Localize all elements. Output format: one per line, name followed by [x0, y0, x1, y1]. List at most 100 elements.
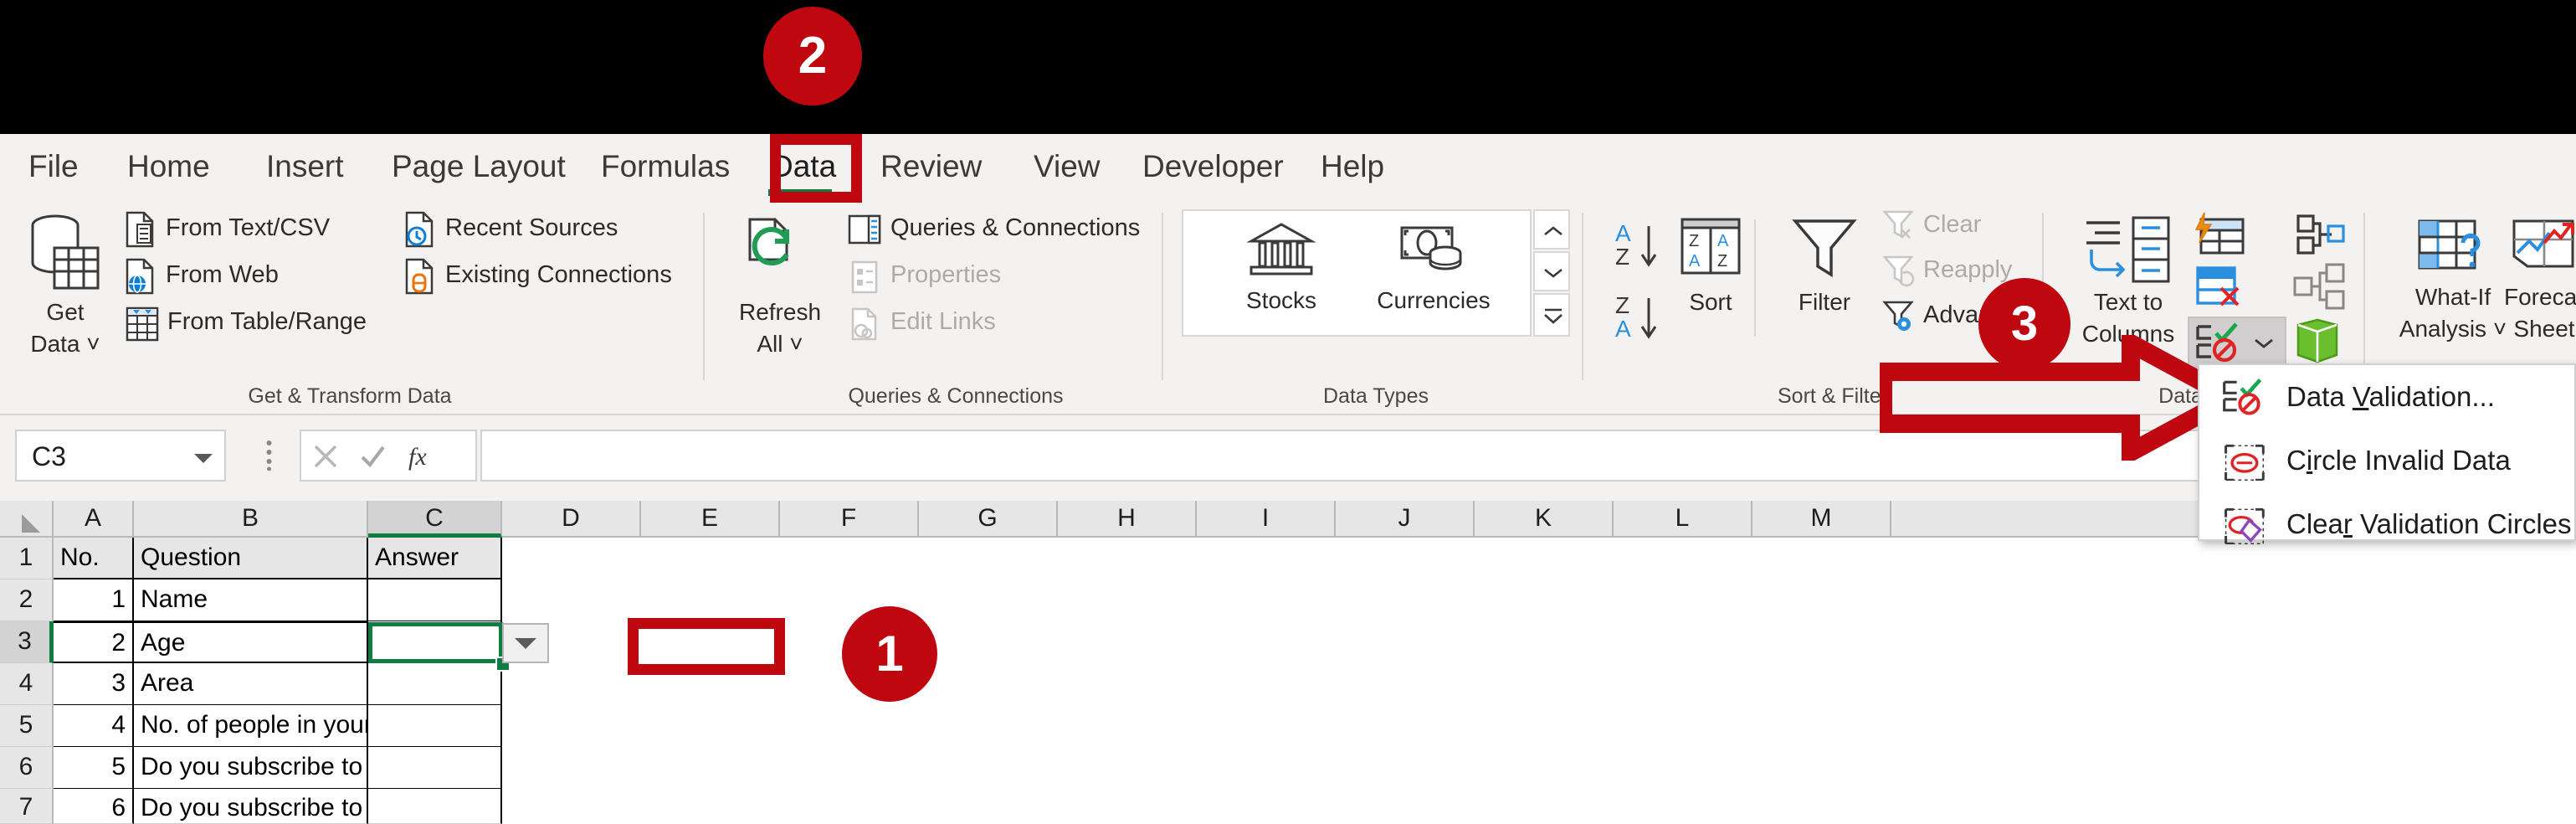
- cell-B1[interactable]: Question: [134, 538, 368, 579]
- insert-function-icon[interactable]: fx: [407, 441, 435, 471]
- cell-C6[interactable]: [368, 747, 502, 789]
- data-validation-icon: [2223, 378, 2262, 415]
- group-separator-1: [703, 213, 705, 380]
- stocks-icon: [1246, 223, 1316, 276]
- cell-C4[interactable]: [368, 663, 502, 705]
- col-header-a[interactable]: A: [54, 501, 134, 538]
- tab-file[interactable]: File: [28, 146, 79, 188]
- menu-item-clear-validation-circles[interactable]: Clear Validation Circles: [2199, 492, 2574, 556]
- data-types-scroll-down-button[interactable]: [1533, 251, 1570, 291]
- filter-label: Filter: [1798, 289, 1851, 315]
- cell-A6[interactable]: 5: [54, 747, 134, 789]
- callout-badge-1-number: 1: [875, 626, 904, 682]
- row-header-6[interactable]: 6: [0, 747, 54, 789]
- relationships-button[interactable]: [2293, 263, 2348, 312]
- consolidate-button[interactable]: [2293, 211, 2348, 260]
- col-header-k[interactable]: K: [1475, 501, 1614, 538]
- menu-item-data-validation[interactable]: Data Validation...: [2199, 365, 2574, 429]
- cell-C7[interactable]: [368, 789, 502, 824]
- col-header-l[interactable]: L: [1614, 501, 1752, 538]
- flash-fill-icon: [2194, 212, 2245, 255]
- sort-filter-inner-separator: [1754, 219, 1756, 337]
- sort-ascending-button[interactable]: A Z: [1609, 216, 1675, 275]
- callout-badge-1: 1: [842, 606, 937, 702]
- row-header-1[interactable]: 1: [0, 538, 54, 579]
- col-header-e[interactable]: E: [641, 501, 780, 538]
- menu-item-circle-invalid-data[interactable]: Circle Invalid Data: [2199, 429, 2574, 492]
- excel-window: File Home Insert Page Layout Formulas Da…: [0, 0, 2576, 824]
- name-box-value: C3: [32, 441, 66, 471]
- cell-B2[interactable]: Name: [134, 579, 368, 621]
- tab-formulas[interactable]: Formulas: [601, 146, 730, 188]
- cell-A1[interactable]: No.: [54, 538, 134, 579]
- relationships-icon: [2293, 263, 2345, 310]
- cell-C5[interactable]: [368, 705, 502, 747]
- get-data-icon: [31, 214, 100, 290]
- col-header-h[interactable]: H: [1058, 501, 1197, 538]
- col-header-b[interactable]: B: [134, 501, 368, 538]
- tab-view[interactable]: View: [1034, 146, 1101, 188]
- col-header-c[interactable]: C: [368, 501, 502, 538]
- svg-text:Z: Z: [1615, 292, 1629, 318]
- menu-item-circle-invalid-pre: C: [2286, 445, 2307, 476]
- from-table-range-item[interactable]: From Table/Range: [124, 303, 367, 342]
- row-header-7[interactable]: 7: [0, 789, 54, 824]
- data-types-scroll-up-button[interactable]: [1533, 209, 1570, 250]
- ribbon-tab-strip: File Home Insert Page Layout Formulas Da…: [0, 134, 2576, 199]
- row-header-3[interactable]: 3: [0, 621, 54, 663]
- col-header-g[interactable]: G: [919, 501, 1058, 538]
- col-header-j[interactable]: J: [1336, 501, 1475, 538]
- tab-developer[interactable]: Developer: [1142, 146, 1284, 188]
- queries-connections-item[interactable]: Queries & Connections: [847, 209, 1140, 246]
- col-header-m[interactable]: M: [1752, 501, 1891, 538]
- tab-review[interactable]: Review: [880, 146, 982, 188]
- tab-page-layout[interactable]: Page Layout: [392, 146, 566, 188]
- name-box[interactable]: C3: [15, 430, 226, 482]
- cell-C2[interactable]: [368, 579, 502, 621]
- svg-text:Z: Z: [1689, 232, 1699, 250]
- select-all-corner[interactable]: [0, 501, 54, 538]
- cell-A5[interactable]: 4: [54, 705, 134, 747]
- existing-connections-label: Existing Connections: [445, 261, 672, 288]
- remove-duplicates-button[interactable]: [2193, 263, 2248, 312]
- from-text-csv-item[interactable]: From Text/CSV: [124, 209, 330, 248]
- cell-A7[interactable]: 6: [54, 789, 134, 824]
- col-header-d[interactable]: D: [502, 501, 641, 538]
- active-cell-dropdown[interactable]: [502, 623, 549, 663]
- row-header-5[interactable]: 5: [0, 705, 54, 747]
- data-types-more-button[interactable]: [1533, 293, 1570, 337]
- scroll-up-icon: [1544, 226, 1563, 236]
- tab-insert[interactable]: Insert: [266, 146, 344, 188]
- name-box-chevron-down-icon[interactable]: [194, 454, 213, 463]
- col-header-f[interactable]: F: [780, 501, 919, 538]
- from-web-item[interactable]: From Web: [124, 256, 279, 295]
- edit-links-item: Edit Links: [847, 303, 996, 341]
- row-header-2[interactable]: 2: [0, 579, 54, 621]
- col-header-i[interactable]: I: [1197, 501, 1336, 538]
- cell-B4[interactable]: Area: [134, 663, 368, 705]
- properties-icon: [851, 260, 878, 294]
- row-header-4[interactable]: 4: [0, 663, 54, 705]
- cell-B7[interactable]: Do you subscribe to an OTT: [134, 789, 368, 824]
- enter-icon[interactable]: [358, 442, 387, 471]
- cell-C1[interactable]: Answer: [368, 538, 502, 579]
- flash-fill-button[interactable]: [2193, 211, 2248, 260]
- forecast-sheet-label-line2: Sheet: [2513, 316, 2575, 342]
- group-separator-2: [1162, 213, 1163, 380]
- cell-B5[interactable]: No. of people in your household: [134, 705, 368, 747]
- cell-A4[interactable]: 3: [54, 663, 134, 705]
- cell-B6[interactable]: Do you subscribe to a newspaper: [134, 747, 368, 789]
- text-to-columns-label-line1: Text to: [2093, 289, 2163, 315]
- existing-connections-item[interactable]: Existing Connections: [403, 256, 672, 295]
- forecast-sheet-label-line1: Forecast: [2504, 284, 2576, 310]
- manage-data-model-button[interactable]: [2293, 318, 2345, 367]
- menu-item-clear-circles-pre: Clea: [2286, 508, 2343, 539]
- cell-A3[interactable]: 2: [54, 621, 134, 663]
- cancel-icon[interactable]: [311, 442, 340, 471]
- recent-sources-item[interactable]: Recent Sources: [403, 209, 618, 248]
- cell-A2[interactable]: 1: [54, 579, 134, 621]
- cell-B3[interactable]: Age: [134, 621, 368, 663]
- tab-help[interactable]: Help: [1321, 146, 1384, 188]
- queries-connections-icon: [848, 214, 881, 245]
- tab-home[interactable]: Home: [127, 146, 210, 188]
